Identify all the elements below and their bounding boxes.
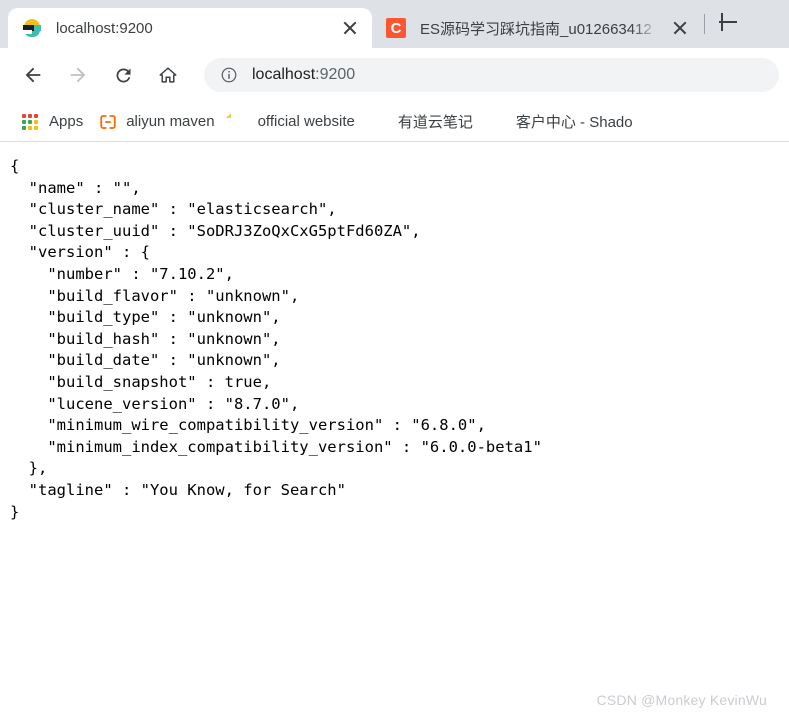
arrow-right-icon [70,67,86,83]
bookmark-label: Apps [49,113,84,130]
apps-grid-cell [28,125,32,130]
reload-icon [115,67,130,82]
new-tab-button[interactable] [713,7,743,37]
address-bar-url: localhost:9200 [252,66,355,84]
page-content: { "name" : "", "cluster_name" : "elastic… [0,142,789,724]
forward-button[interactable] [59,56,97,94]
home-icon [159,67,177,83]
back-button[interactable] [14,56,52,94]
apps-grid-cell [34,125,38,130]
bookmark-apps[interactable]: Apps [14,108,91,136]
bookmark-label: official website [257,113,355,130]
tab-es-source-guide[interactable]: C ES源码学习踩坑指南_u012663412 [372,8,702,48]
csdn-icon: C [386,18,406,38]
apps-grid-cell [22,113,26,118]
apps-grid-cell [34,119,38,124]
apps-grid-cell [28,119,32,124]
address-bar[interactable]: localhost:9200 [204,58,779,92]
bookmark-official-website[interactable]: official website [223,108,363,136]
tab-localhost-9200[interactable]: localhost:9200 [8,8,372,48]
bookmarks-bar: Apps aliyun maven official website 有道云笔记… [0,102,789,142]
bookmark-label: aliyun maven [126,113,215,130]
apps-grid-cell [22,119,26,124]
tab-title: ES源码学习踩坑指南_u012663412 [420,20,652,38]
tab-close-icon[interactable] [668,16,692,40]
apps-grid-cell [34,113,38,118]
bookmark-aliyun-maven[interactable]: aliyun maven [91,108,222,136]
tab-strip: localhost:9200 C ES源码学习踩坑指南_u012663412 [0,0,789,48]
csdn-icon-letter: C [386,18,406,38]
json-response-body: { "name" : "", "cluster_name" : "elastic… [10,157,542,521]
bookmark-label: 客户中心 - Shado [515,114,633,131]
apps-grid-icon [22,113,40,131]
home-button[interactable] [149,56,187,94]
watermark: CSDN @Monkey KevinWu [596,692,767,708]
elasticsearch-icon [22,18,42,38]
apps-grid-cell [28,113,32,118]
folder-icon [231,113,249,131]
apps-grid-cell [22,125,26,130]
bookmark-customer-center[interactable]: 客户中心 - Shado [481,108,641,136]
paper-plane-icon [489,113,507,131]
bookmark-youdao-note[interactable]: 有道云笔记 [363,108,481,136]
tab-separator [704,14,705,34]
tab-title: localhost:9200 [56,19,153,37]
browser-window: localhost:9200 C ES源码学习踩坑指南_u012663412 l… [0,0,789,724]
bookmark-label: 有道云笔记 [397,114,473,131]
url-host: localhost [252,66,316,83]
reload-button[interactable] [104,56,142,94]
navigation-toolbar: localhost:9200 [0,48,789,102]
url-port: :9200 [315,66,356,83]
youdao-note-icon [371,113,389,131]
tab-close-icon[interactable] [338,16,362,40]
info-circle-icon[interactable] [220,66,238,84]
arrow-left-icon [25,67,41,83]
aliyun-maven-icon [99,113,117,131]
